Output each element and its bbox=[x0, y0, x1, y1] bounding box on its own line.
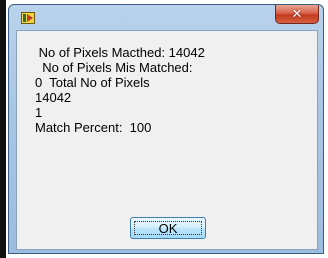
message-line: No of Pixels Macthed: 14042 bbox=[35, 45, 205, 60]
message-line: 1 bbox=[35, 105, 43, 120]
message-line: 0 Total No of Pixels bbox=[35, 75, 150, 90]
ok-button[interactable]: OK bbox=[130, 217, 206, 239]
ok-button-label: OK bbox=[158, 220, 178, 236]
dialog-body: No of Pixels Macthed: 14042 No of Pixels… bbox=[16, 30, 318, 250]
message-dialog: ✕ No of Pixels Macthed: 14042 No of Pixe… bbox=[8, 4, 324, 254]
message-text: No of Pixels Macthed: 14042 No of Pixels… bbox=[35, 45, 205, 135]
labview-vi-icon bbox=[21, 11, 35, 24]
message-line: Match Percent: 100 bbox=[35, 120, 152, 135]
background-edge bbox=[0, 0, 6, 258]
close-button[interactable]: ✕ bbox=[275, 5, 319, 24]
message-line: No of Pixels Mis Matched: bbox=[35, 60, 193, 75]
close-icon: ✕ bbox=[291, 6, 303, 22]
message-line: 14042 bbox=[35, 90, 72, 105]
title-bar[interactable]: ✕ bbox=[9, 5, 323, 29]
